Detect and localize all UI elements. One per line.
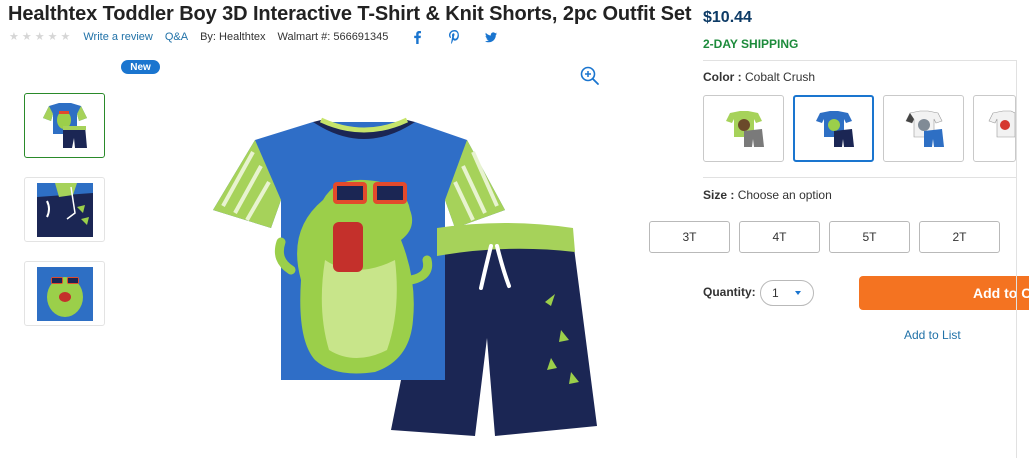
size-label-key: Size : [703, 188, 735, 202]
star-icon: ★ [21, 30, 32, 43]
divider [703, 177, 1016, 178]
pinterest-icon[interactable] [448, 30, 460, 44]
swatch-image [905, 110, 944, 147]
shipping-badge: 2-DAY SHIPPING [703, 37, 799, 51]
rating-stars[interactable]: ★ ★ ★ ★ ★ [9, 30, 71, 43]
quantity-value: 1 [772, 286, 779, 300]
thumbnail-dino-detail[interactable] [24, 261, 105, 326]
shorts-detail-image [36, 182, 93, 237]
product-title: Healthtex Toddler Boy 3D Interactive T-S… [8, 3, 692, 25]
size-option-4t[interactable]: 4T [739, 221, 820, 253]
product-price: $10.44 [703, 9, 752, 26]
add-to-cart-button[interactable]: Add to Cart [859, 276, 1029, 310]
thumbnail-shorts-detail[interactable] [24, 177, 105, 242]
size-option-5t[interactable]: 5T [829, 221, 910, 253]
twitter-icon[interactable] [485, 30, 498, 44]
dino-detail-image [36, 266, 93, 321]
brand-label: By: Healthtex [200, 31, 266, 43]
share-icons [411, 30, 498, 44]
main-product-image [213, 117, 597, 436]
chevron-down-icon [795, 291, 801, 295]
star-icon: ★ [34, 30, 45, 43]
color-swatch-cobalt-crush[interactable] [793, 95, 874, 162]
write-review-link[interactable]: Write a review [83, 31, 152, 43]
product-meta-row: ★ ★ ★ ★ ★ Write a review Q&A By: Healtht… [9, 28, 498, 46]
brand-text: By: Healthtex [200, 31, 265, 43]
quantity-label: Quantity: [703, 285, 756, 299]
walmart-number: Walmart #: 566691345 [277, 31, 389, 43]
swatch-image [815, 110, 854, 147]
quantity-select[interactable]: 1 [760, 280, 814, 306]
color-label: Color : Cobalt Crush [703, 70, 815, 84]
thumbnail-outfit[interactable] [24, 93, 105, 158]
size-label: Size : Choose an option [703, 188, 832, 202]
size-option-2t[interactable]: 2T [919, 221, 1000, 253]
star-icon: ★ [47, 30, 58, 43]
color-swatch-red[interactable] [973, 95, 1016, 162]
outfit-thumbnail-image [42, 102, 87, 148]
panel-edge [1016, 60, 1017, 458]
swatch-image [725, 110, 764, 147]
new-badge: New [121, 60, 160, 74]
size-option-3t[interactable]: 3T [649, 221, 730, 253]
star-icon: ★ [60, 30, 71, 43]
size-value: Choose an option [737, 188, 832, 202]
swatch-image [988, 110, 1015, 137]
facebook-icon[interactable] [411, 30, 423, 44]
star-icon: ★ [9, 30, 19, 43]
color-swatch-lime[interactable] [703, 95, 784, 162]
color-swatch-shark[interactable] [883, 95, 964, 162]
divider [703, 60, 1016, 61]
qa-link[interactable]: Q&A [165, 31, 188, 43]
color-value: Cobalt Crush [745, 70, 816, 84]
add-to-list-link[interactable]: Add to List [904, 328, 961, 342]
zoom-in-icon[interactable] [580, 66, 600, 86]
color-label-key: Color : [703, 70, 742, 84]
